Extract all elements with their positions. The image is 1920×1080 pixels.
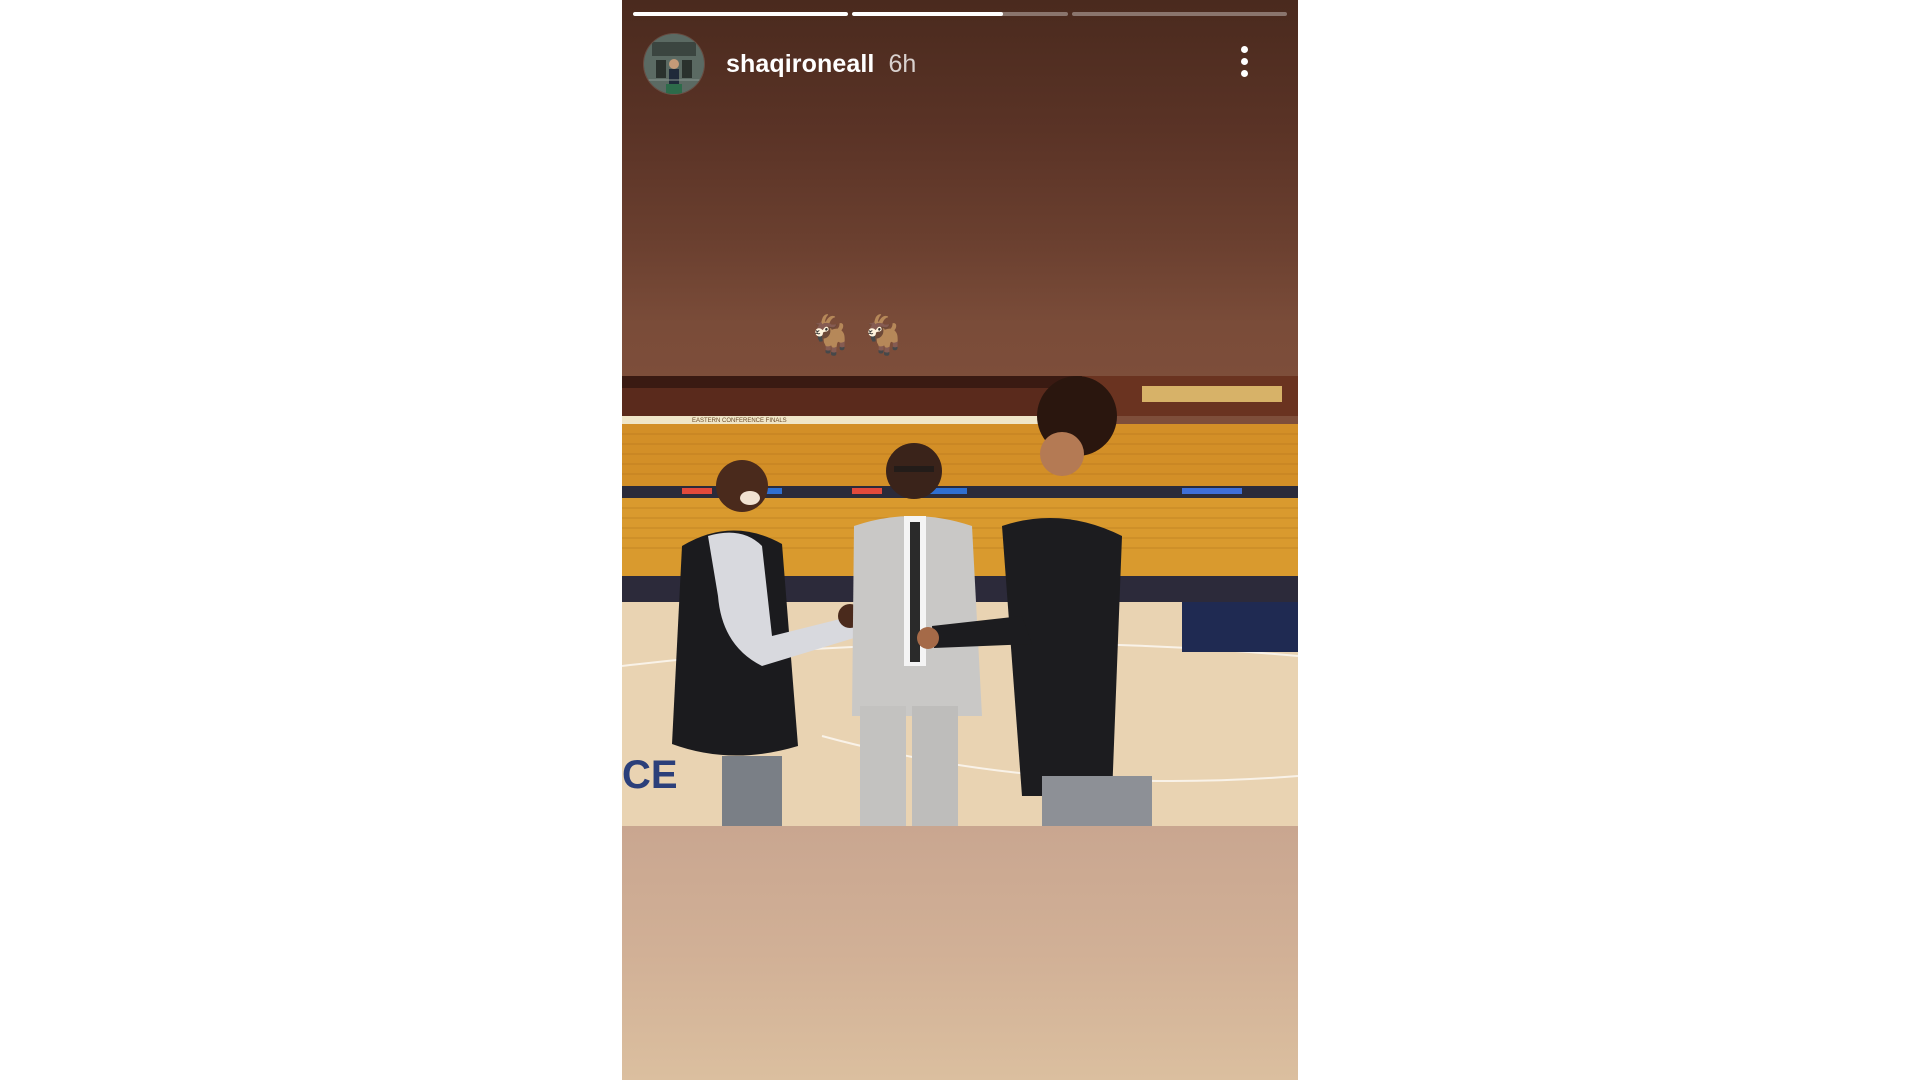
progress-fill xyxy=(633,12,849,16)
username[interactable]: shaqironeall xyxy=(726,50,874,79)
avatar[interactable] xyxy=(644,34,704,94)
page: shaqironeall 6h 🐐🐐 EASTERN CONFERENCE FI… xyxy=(0,0,1920,1080)
caption-emoji: 🐐🐐 xyxy=(807,313,914,357)
photo-image: EASTERN CONFERENCE FINALS CE xyxy=(622,376,1298,828)
story-progress-bar xyxy=(633,12,1287,16)
story-background-bottom xyxy=(622,826,1298,1080)
avatar-icon xyxy=(644,34,704,94)
progress-segment xyxy=(1071,12,1287,16)
story-header: shaqironeall 6h xyxy=(644,34,1284,94)
story-photo: EASTERN CONFERENCE FINALS CE xyxy=(622,376,1298,828)
caption-text: 🐐🐐 xyxy=(807,313,914,357)
banner-text: EASTERN CONFERENCE FINALS xyxy=(692,418,787,424)
progress-segment xyxy=(852,12,1068,16)
story-viewer[interactable]: shaqironeall 6h 🐐🐐 EASTERN CONFERENCE FI… xyxy=(622,0,1298,1080)
time-ago: 6h xyxy=(888,49,917,78)
progress-segment xyxy=(633,12,849,16)
more-vertical-icon[interactable] xyxy=(1234,46,1254,82)
progress-fill xyxy=(852,12,1004,16)
court-text: CE xyxy=(622,753,678,797)
